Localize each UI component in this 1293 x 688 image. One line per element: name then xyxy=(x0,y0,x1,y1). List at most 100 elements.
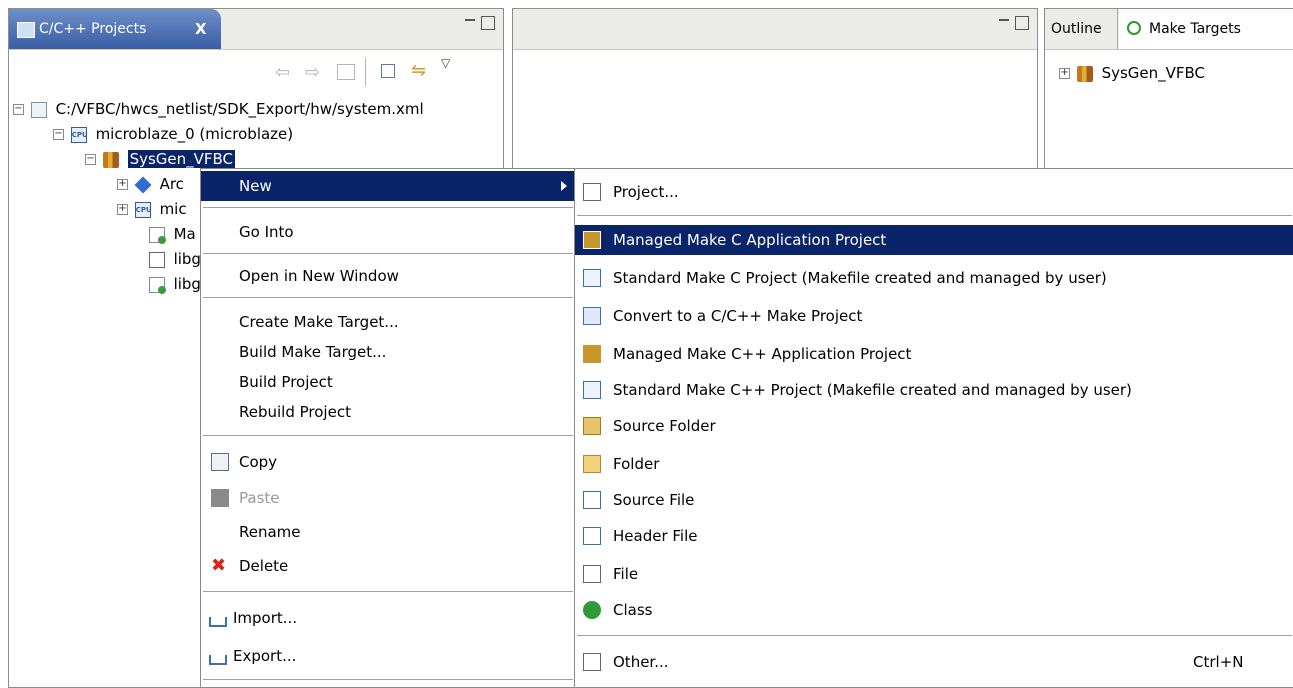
minimize-icon[interactable] xyxy=(465,18,475,21)
delete-icon: ✖ xyxy=(211,555,227,576)
view-menu-icon[interactable]: ▽ xyxy=(441,56,450,70)
menu-item-new[interactable]: New xyxy=(201,171,575,201)
new-project-icon xyxy=(583,183,601,201)
tree-label: C:/VFBC/hwcs_netlist/SDK_Export/hw/syste… xyxy=(55,100,424,118)
submenu-item-project[interactable]: Project... xyxy=(575,177,1293,207)
tree-label: mic xyxy=(159,200,187,218)
other-icon xyxy=(583,653,601,671)
tree-label: microblaze_0 (microblaze) xyxy=(95,125,294,143)
submenu-item-standard-make-cpp[interactable]: Standard Make C++ Project (Makefile crea… xyxy=(575,375,1293,405)
export-icon xyxy=(209,655,227,665)
cpu-icon: CPU xyxy=(70,126,88,143)
expand-toggle[interactable]: + xyxy=(1059,68,1070,79)
submenu-item-other[interactable]: Other... Ctrl+N xyxy=(575,647,1293,677)
forward-icon[interactable]: ⇨ xyxy=(305,62,320,83)
tree-label: Ma xyxy=(173,225,196,243)
up-icon[interactable] xyxy=(337,64,355,80)
tree-row-mic[interactable]: + CPU mic xyxy=(117,197,187,221)
projects-tabbar: C/C++ Projects X xyxy=(9,9,503,50)
tree-row-microblaze[interactable]: − CPU microblaze_0 (microblaze) xyxy=(53,122,293,146)
collapse-toggle[interactable]: − xyxy=(53,129,64,140)
expand-toggle[interactable]: + xyxy=(117,179,128,190)
tab-outline[interactable]: Outline xyxy=(1045,9,1118,49)
menu-item-delete[interactable]: ✖ Delete xyxy=(201,551,575,581)
import-icon xyxy=(209,617,227,627)
menu-separator xyxy=(203,297,573,299)
menu-item-import[interactable]: Import... xyxy=(201,603,575,633)
tree-label: Arc xyxy=(159,175,184,193)
menu-separator xyxy=(577,635,1292,637)
header-file-icon xyxy=(583,527,601,545)
menu-item-create-make-target[interactable]: Create Make Target... xyxy=(201,307,575,337)
tree-row-sysgen-target[interactable]: + SysGen_VFBC xyxy=(1059,61,1205,85)
class-icon xyxy=(583,601,601,619)
maximize-icon[interactable] xyxy=(481,15,495,30)
collapse-toggle[interactable]: − xyxy=(85,154,96,165)
submenu-item-convert[interactable]: Convert to a C/C++ Make Project xyxy=(575,301,1293,331)
menu-item-build-make-target[interactable]: Build Make Target... xyxy=(201,337,575,367)
tree-label: libg xyxy=(173,250,201,268)
close-icon[interactable]: X xyxy=(195,9,207,49)
tab-make-targets[interactable]: Make Targets xyxy=(1119,9,1293,49)
submenu-item-managed-make-c[interactable]: Managed Make C Application Project xyxy=(575,225,1293,255)
context-menu: New Go Into Open in New Window Create Ma… xyxy=(200,168,576,688)
submenu-item-class[interactable]: Class xyxy=(575,595,1293,625)
tree-row-system-xml[interactable]: − C:/VFBC/hwcs_netlist/SDK_Export/hw/sys… xyxy=(13,97,424,121)
tree-row-libg-1[interactable]: libg xyxy=(131,247,201,271)
tab-cpp-projects[interactable]: C/C++ Projects X xyxy=(9,9,221,49)
menu-item-rename[interactable]: Rename xyxy=(201,517,575,547)
submenu-item-folder[interactable]: Folder xyxy=(575,449,1293,479)
file-icon xyxy=(148,251,165,268)
menu-separator xyxy=(203,207,573,209)
tree-row-libg-2[interactable]: libg xyxy=(131,272,201,296)
tree-label: SysGen_VFBC xyxy=(127,150,236,168)
maximize-icon[interactable] xyxy=(1015,15,1029,30)
submenu-item-header-file[interactable]: Header File xyxy=(575,521,1293,551)
tree-label: libg xyxy=(173,275,201,293)
make-target-icon xyxy=(1127,21,1141,35)
menu-item-rebuild-project[interactable]: Rebuild Project xyxy=(201,397,575,427)
menu-item-copy[interactable]: Copy xyxy=(201,447,575,477)
minimize-icon[interactable] xyxy=(999,18,1009,21)
folder-icon xyxy=(583,455,601,473)
source-file-icon xyxy=(583,491,601,509)
menu-item-build-project[interactable]: Build Project xyxy=(201,367,575,397)
tree-row-ma[interactable]: Ma xyxy=(131,222,196,246)
expand-toggle[interactable]: + xyxy=(117,204,128,215)
collapse-toggle[interactable]: − xyxy=(13,104,24,115)
convert-project-icon xyxy=(583,307,601,325)
menu-item-go-into[interactable]: Go Into xyxy=(201,217,575,247)
menu-separator xyxy=(203,591,573,593)
menu-item-export[interactable]: Export... xyxy=(201,641,575,671)
submenu-item-source-file[interactable]: Source File xyxy=(575,485,1293,515)
cpu-icon: CPU xyxy=(134,201,152,218)
submenu-item-file[interactable]: File xyxy=(575,559,1293,589)
collapse-all-icon[interactable] xyxy=(381,64,395,78)
cpp-projects-icon xyxy=(17,22,35,38)
submenu-arrow-icon xyxy=(561,181,567,191)
menu-separator xyxy=(203,253,573,255)
library-file-icon xyxy=(148,276,166,294)
submenu-item-standard-make-c[interactable]: Standard Make C Project (Makefile create… xyxy=(575,263,1293,293)
submenu-item-managed-make-cpp[interactable]: Managed Make C++ Application Project xyxy=(575,339,1293,369)
shortcut-label: Ctrl+N xyxy=(1193,653,1244,671)
tree-row-arc[interactable]: + Arc xyxy=(117,172,184,196)
new-submenu: Project... Managed Make C Application Pr… xyxy=(574,168,1293,688)
link-with-editor-icon[interactable]: ⇋ xyxy=(411,60,426,81)
library-project-icon xyxy=(102,151,119,168)
menu-separator xyxy=(203,679,573,681)
editor-tabbar xyxy=(513,9,1037,50)
library-project-icon xyxy=(1076,65,1093,82)
menu-item-open-in-new-window[interactable]: Open in New Window xyxy=(201,261,575,291)
menu-item-paste[interactable]: Paste xyxy=(201,483,575,513)
makefile-icon xyxy=(148,226,166,244)
xml-file-icon xyxy=(30,101,47,118)
tab-label: C/C++ Projects xyxy=(39,21,147,37)
back-icon[interactable]: ⇦ xyxy=(275,62,290,83)
projects-toolbar: ⇦ ⇨ ⇋ ▽ xyxy=(9,50,503,94)
archive-icon xyxy=(134,176,152,193)
submenu-item-source-folder[interactable]: Source Folder xyxy=(575,411,1293,441)
source-folder-icon xyxy=(583,417,601,435)
copy-icon xyxy=(211,453,229,471)
standard-make-cpp-icon xyxy=(583,381,601,399)
